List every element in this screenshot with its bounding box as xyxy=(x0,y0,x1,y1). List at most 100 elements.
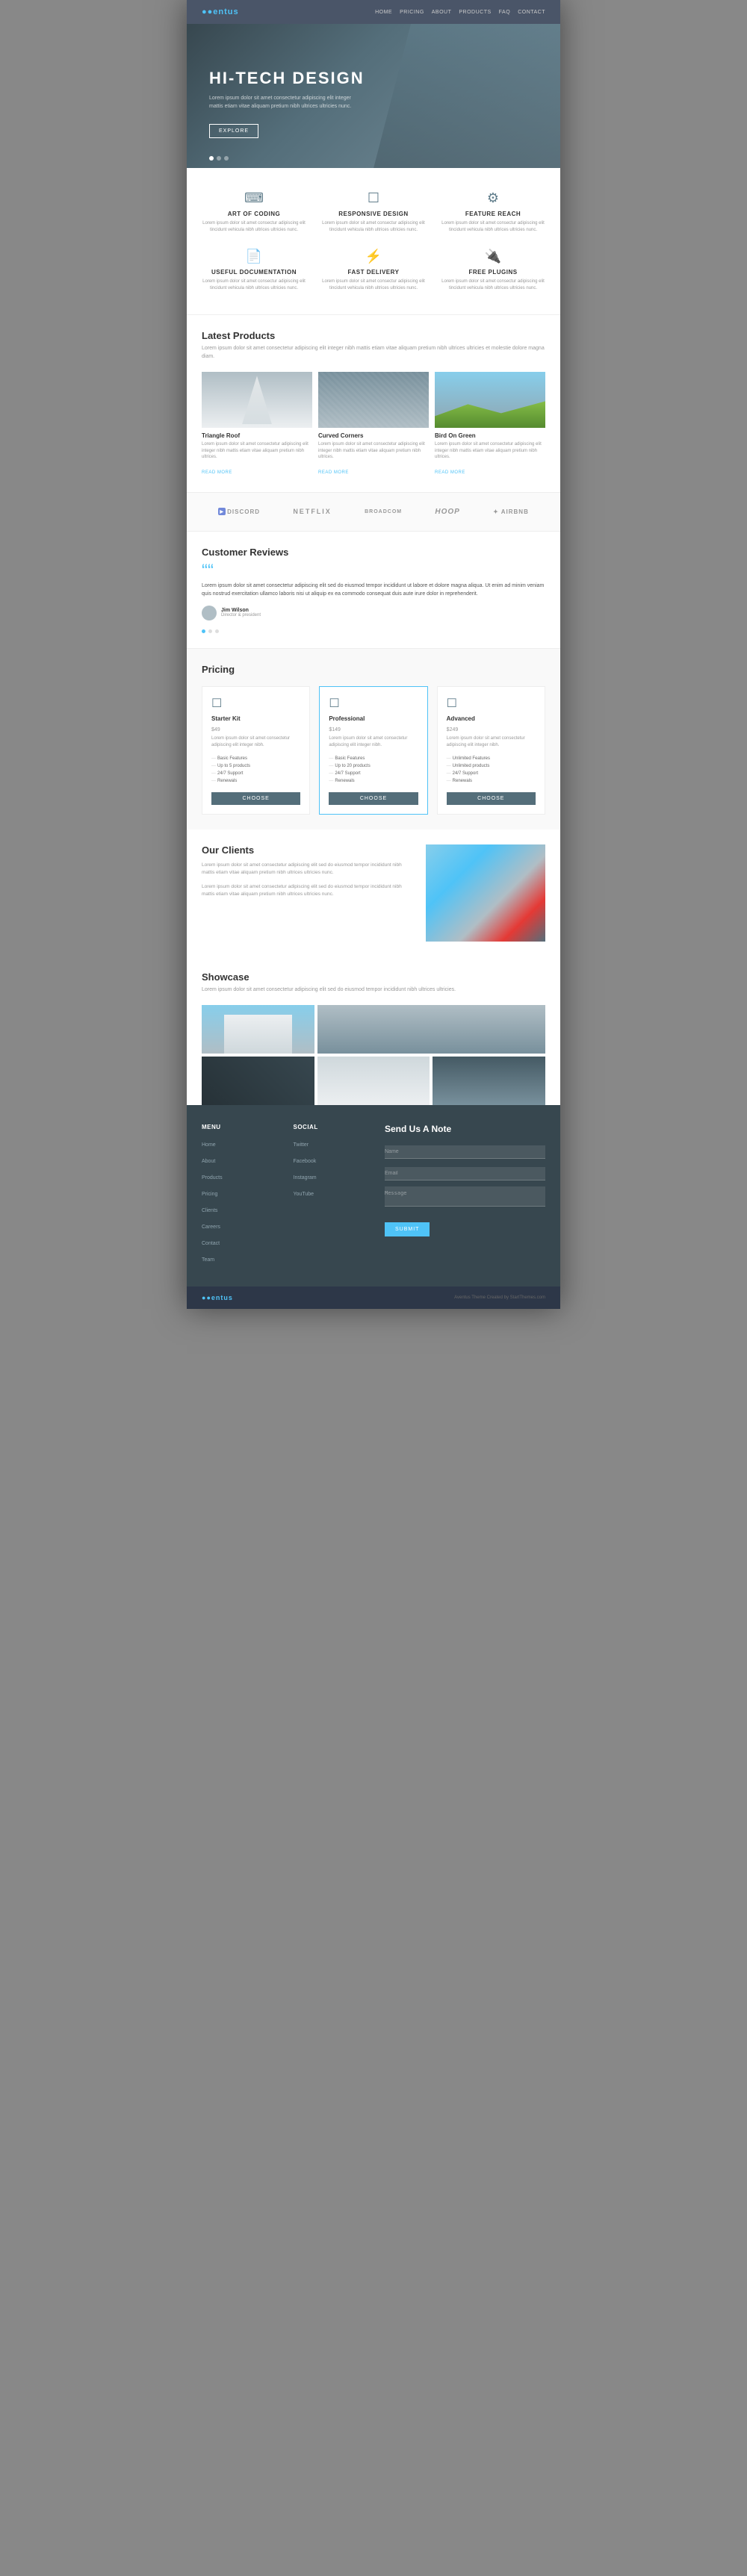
product-title-2: Bird On Green xyxy=(435,432,545,439)
brand-discord-label: Discord xyxy=(227,508,260,515)
footer-logo-text: ●entus xyxy=(206,1294,232,1301)
footer-link-about[interactable]: About xyxy=(202,1159,215,1164)
footer-bottom: ●●entus Aventus Theme Created by StartTh… xyxy=(187,1287,560,1309)
footer-link-team[interactable]: Team xyxy=(202,1257,214,1263)
nav-faq[interactable]: FAQ xyxy=(499,10,511,15)
product-card-1: Curved Corners Lorem ipsum dolor sit ame… xyxy=(318,372,429,476)
logo-text: ●entus xyxy=(208,7,239,16)
footer-link-contact[interactable]: Contact xyxy=(202,1241,220,1246)
pricing-choose-0[interactable]: CHOOSE xyxy=(211,792,300,805)
hero-description: Lorem ipsum dolor sit amet consectetur a… xyxy=(209,94,359,111)
feature-art-of-coding: ⌨ Art Of Coding Lorem ipsum dolor sit am… xyxy=(202,190,306,234)
hero-dot-2[interactable] xyxy=(217,156,221,161)
review-dot-2[interactable] xyxy=(208,629,212,633)
responsive-icon: ☐ xyxy=(321,190,426,206)
footer-link-youtube[interactable]: YouTube xyxy=(294,1192,314,1197)
brand-airbnb: ✦ airbnb xyxy=(493,508,529,515)
footer-link-clients[interactable]: Clients xyxy=(202,1208,217,1213)
hero-dot-3[interactable] xyxy=(224,156,229,161)
product-desc-2: Lorem ipsum dolor sit amet consectetur a… xyxy=(435,441,545,460)
hero-section: HI-TECH DESIGN Lorem ipsum dolor sit ame… xyxy=(187,24,560,168)
footer-email-input[interactable] xyxy=(385,1167,545,1180)
nav-about[interactable]: About xyxy=(432,10,452,15)
pricing-feature-1-1: Up to 20 products xyxy=(329,762,418,770)
footer-message-input[interactable] xyxy=(385,1186,545,1207)
footer-link-pricing[interactable]: Pricing xyxy=(202,1192,217,1197)
product-card-2: Bird On Green Lorem ipsum dolor sit amet… xyxy=(435,372,545,476)
nav-contact[interactable]: Contact xyxy=(518,10,545,15)
feature-reach: ⚙ Feature Reach Lorem ipsum dolor sit am… xyxy=(441,190,545,234)
product-card-0: Triangle Roof Lorem ipsum dolor sit amet… xyxy=(202,372,312,476)
pricing-price-0: $49 xyxy=(211,724,300,733)
pricing-features-1: Basic Features Up to 20 products 24/7 Su… xyxy=(329,755,418,785)
feature-title-2: Feature Reach xyxy=(441,211,545,217)
pricing-name-0: Starter Kit xyxy=(211,715,300,722)
nav-products[interactable]: Products xyxy=(459,10,491,15)
product-image-0 xyxy=(202,372,312,428)
brand-broadcom: BROADCOM xyxy=(365,509,402,514)
footer-link-twitter[interactable]: Twitter xyxy=(294,1142,309,1148)
feature-title-4: Fast Delivery xyxy=(321,269,426,276)
review-pagination xyxy=(202,629,545,633)
pricing-card-0: ☐ Starter Kit $49 Lorem ipsum dolor sit … xyxy=(202,686,310,815)
pricing-grid: ☐ Starter Kit $49 Lorem ipsum dolor sit … xyxy=(202,686,545,815)
footer-col-social: Social Twitter Facebook Instagram YouTub… xyxy=(294,1124,374,1268)
footer-col-menu: Menu Home About Products Pricing Clients… xyxy=(202,1124,282,1268)
nav-home[interactable]: Home xyxy=(375,10,392,15)
pricing-desc-0: Lorem ipsum dolor sit amet consectetur a… xyxy=(211,735,300,749)
docs-icon: 📄 xyxy=(202,249,306,264)
airbnb-label: airbnb xyxy=(501,508,529,515)
product-read-more-2[interactable]: READ MORE xyxy=(435,470,465,475)
showcase-section: Showcase Lorem ipsum dolor sit amet cons… xyxy=(187,956,560,1106)
feature-docs: 📄 Useful Documentation Lorem ipsum dolor… xyxy=(202,249,306,292)
pricing-card-2: ☐ Advanced $249 Lorem ipsum dolor sit am… xyxy=(437,686,545,815)
product-read-more-0[interactable]: READ MORE xyxy=(202,470,232,475)
feature-desc-3: Lorem ipsum dolor sit amet consectur adi… xyxy=(202,279,306,292)
price-value-1: 149 xyxy=(332,727,341,732)
brand-discord: ▶ Discord xyxy=(218,508,260,515)
hero-dot-1[interactable] xyxy=(209,156,214,161)
pricing-price-2: $249 xyxy=(447,724,536,733)
pricing-icon-1: ☐ xyxy=(329,696,418,711)
brand-netflix: NETFLIX xyxy=(293,508,332,515)
product-image-2 xyxy=(435,372,545,428)
footer-name-input[interactable] xyxy=(385,1145,545,1159)
footer-social-links: Twitter Facebook Instagram YouTube xyxy=(294,1136,374,1199)
footer-bottom-logo: ●●entus xyxy=(202,1294,233,1301)
navbar: ●●entus Home Pricing About Products FAQ … xyxy=(187,0,560,24)
showcase-item-3 xyxy=(202,1057,314,1105)
pricing-name-2: Advanced xyxy=(447,715,536,722)
footer-menu-title: Menu xyxy=(202,1124,282,1130)
feature-desc-4: Lorem ipsum dolor sit amet consectur adi… xyxy=(321,279,426,292)
reviews-section: Customer Reviews ““ Lorem ipsum dolor si… xyxy=(187,532,560,648)
footer-link-facebook[interactable]: Facebook xyxy=(294,1159,317,1164)
products-grid: Triangle Roof Lorem ipsum dolor sit amet… xyxy=(202,372,545,476)
pricing-card-1: ☐ Professional $149 Lorem ipsum dolor si… xyxy=(319,686,427,815)
pricing-feature-0-0: Basic Features xyxy=(211,755,300,762)
pricing-choose-1[interactable]: CHOOSE xyxy=(329,792,418,805)
hero-explore-button[interactable]: EXPLORE xyxy=(209,124,258,138)
reach-icon: ⚙ xyxy=(441,190,545,206)
product-read-more-1[interactable]: READ MORE xyxy=(318,470,349,475)
latest-products-section: Latest Products Lorem ipsum dolor sit am… xyxy=(187,315,560,491)
review-dot-1[interactable] xyxy=(202,629,205,633)
nav-pricing[interactable]: Pricing xyxy=(400,10,424,15)
review-dot-3[interactable] xyxy=(215,629,219,633)
feature-title-0: Art Of Coding xyxy=(202,211,306,217)
showcase-item-2 xyxy=(317,1005,545,1054)
pricing-feature-0-1: Up to 5 products xyxy=(211,762,300,770)
footer-link-instagram[interactable]: Instagram xyxy=(294,1175,317,1180)
showcase-item-4 xyxy=(317,1057,430,1105)
review-quote-mark: ““ xyxy=(202,567,545,576)
pricing-title: Pricing xyxy=(202,664,545,675)
footer-submit-button[interactable]: SUBMIT xyxy=(385,1222,430,1236)
footer-link-products[interactable]: Products xyxy=(202,1175,223,1180)
pricing-choose-2[interactable]: CHOOSE xyxy=(447,792,536,805)
footer-link-home[interactable]: Home xyxy=(202,1142,216,1148)
footer-link-careers[interactable]: Careers xyxy=(202,1225,220,1230)
brand-hoop: hoop xyxy=(435,508,459,516)
footer-contact-form: Send Us A Note SUBMIT xyxy=(385,1124,545,1268)
pricing-feature-0-2: 24/7 Support xyxy=(211,770,300,777)
pricing-feature-2-1: Unlimited products xyxy=(447,762,536,770)
footer-menu-links: Home About Products Pricing Clients Care… xyxy=(202,1136,282,1265)
